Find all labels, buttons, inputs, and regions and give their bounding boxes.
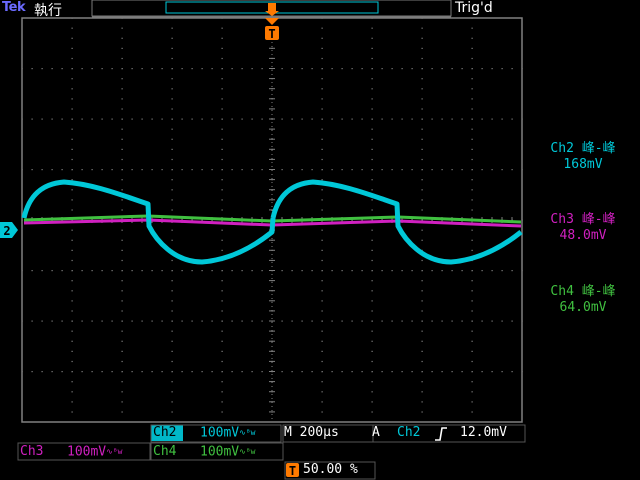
ch2-name[interactable]: Ch2 bbox=[153, 425, 176, 441]
bandwidth-limit-icon: ∿ᴮw bbox=[106, 447, 123, 456]
measurement-ch2-label: Ch2 峰-峰 bbox=[550, 141, 616, 156]
measurement-ch4-value: 64.0mV bbox=[559, 300, 607, 315]
ch2-marker-label: 2 bbox=[3, 224, 10, 238]
measurement-ch3-value: 48.0mV bbox=[559, 228, 607, 243]
record-trigger-pointer bbox=[265, 3, 279, 16]
bandwidth-limit-icon: ∿ᴮw bbox=[239, 447, 256, 456]
ch4-name[interactable]: Ch4 bbox=[153, 444, 176, 460]
trigger-mode[interactable]: A bbox=[372, 425, 380, 441]
ch3-name[interactable]: Ch3 bbox=[20, 444, 43, 460]
trigger-status: Trig'd bbox=[455, 0, 493, 16]
trigger-level[interactable]: 12.0mV bbox=[460, 425, 507, 441]
rising-edge-icon bbox=[435, 427, 447, 441]
ch2-scale[interactable]: 100mV∿ᴮw bbox=[200, 425, 255, 442]
ch3-scale[interactable]: 100mV∿ᴮw bbox=[67, 444, 122, 461]
measurement-ch4[interactable]: Ch4 峰-峰 64.0mV bbox=[528, 284, 638, 316]
measurement-ch2-value: 168mV bbox=[563, 157, 603, 172]
trigger-position-icon-label: T bbox=[289, 464, 296, 478]
ch2-ground-marker[interactable]: 2 bbox=[0, 222, 18, 238]
ch4-scale-value: 100mV bbox=[200, 444, 240, 460]
ch3-scale-value: 100mV bbox=[67, 444, 107, 460]
timebase[interactable]: M 200µs bbox=[284, 425, 339, 441]
timebase-value: 200µs bbox=[299, 425, 339, 440]
timebase-prefix: M bbox=[284, 425, 292, 440]
horizontal-position[interactable]: 50.00 % bbox=[303, 462, 358, 478]
ch4-scale[interactable]: 100mV∿ᴮw bbox=[200, 444, 255, 461]
measurement-ch3-label: Ch3 峰-峰 bbox=[550, 212, 616, 227]
ch2-scale-value: 100mV bbox=[200, 425, 240, 441]
measurement-ch3[interactable]: Ch3 峰-峰 48.0mV bbox=[528, 212, 638, 244]
bandwidth-limit-icon: ∿ᴮw bbox=[239, 428, 256, 437]
trigger-source[interactable]: Ch2 bbox=[397, 425, 420, 441]
trigger-position-marker[interactable]: T bbox=[265, 26, 279, 41]
measurement-ch4-label: Ch4 峰-峰 bbox=[550, 284, 616, 299]
trigger-marker-label: T bbox=[268, 27, 275, 41]
measurement-ch2[interactable]: Ch2 峰-峰 168mV bbox=[528, 141, 638, 173]
